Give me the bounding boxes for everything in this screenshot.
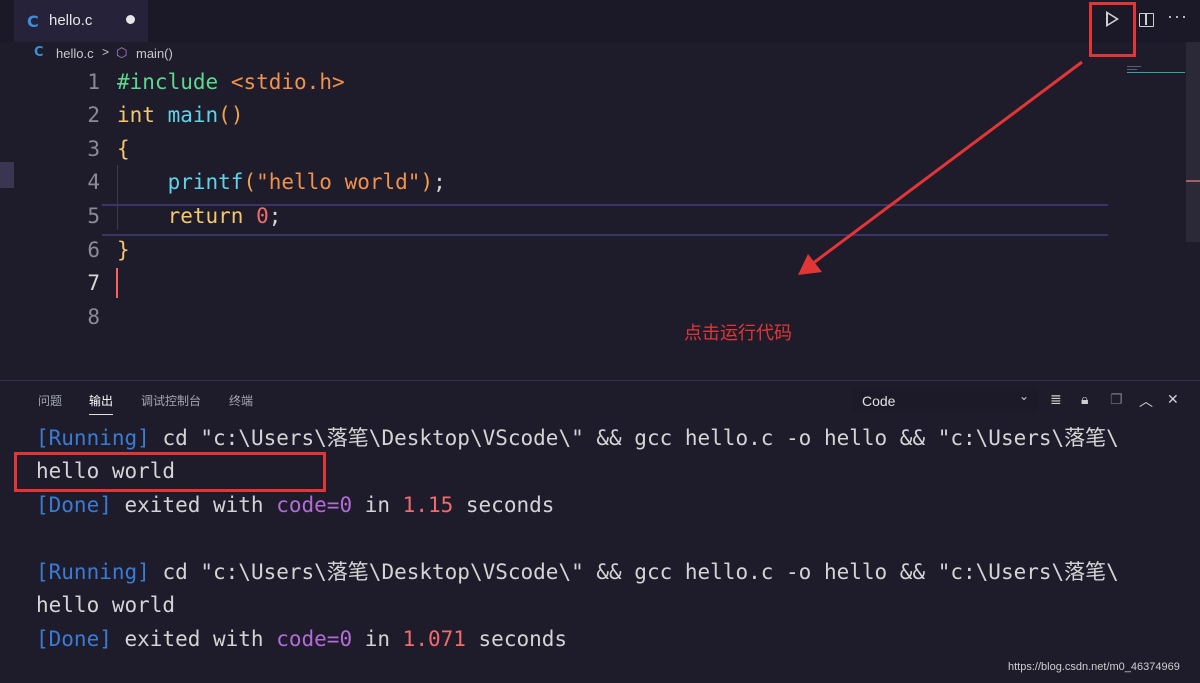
copy-icon[interactable]: ❐: [1110, 391, 1123, 408]
output-line: [Done] exited with code=0 in 1.15 second…: [36, 493, 555, 517]
tab-debug-console[interactable]: 调试控制台: [141, 392, 201, 409]
output-line: [Running] cd "c:\Users\落笔\Desktop\VScode…: [36, 560, 1119, 584]
tab-terminal[interactable]: 终端: [229, 392, 253, 409]
close-panel-icon[interactable]: ✕: [1167, 391, 1179, 408]
lock-icon[interactable]: 🔒︎: [1081, 391, 1088, 408]
annotation-text: 点击运行代码: [684, 323, 792, 344]
output-channel-select[interactable]: Code: [852, 388, 1038, 412]
output-line: hello world: [36, 593, 176, 617]
output-line: [Running] cd "c:\Users\落笔\Desktop\VScode…: [36, 426, 1119, 450]
output-line: [Done] exited with code=0 in 1.071 secon…: [36, 627, 568, 651]
tab-problems[interactable]: 问题: [38, 392, 62, 409]
chevron-down-icon[interactable]: ⌄: [1019, 389, 1029, 403]
clear-output-icon[interactable]: ≣: [1050, 391, 1062, 408]
maximize-panel-icon[interactable]: ︿: [1139, 391, 1153, 411]
tab-output[interactable]: 输出: [89, 392, 114, 415]
watermark: https://blog.csdn.net/m0_46374969: [1008, 661, 1180, 673]
output-highlight-box: [14, 452, 326, 492]
